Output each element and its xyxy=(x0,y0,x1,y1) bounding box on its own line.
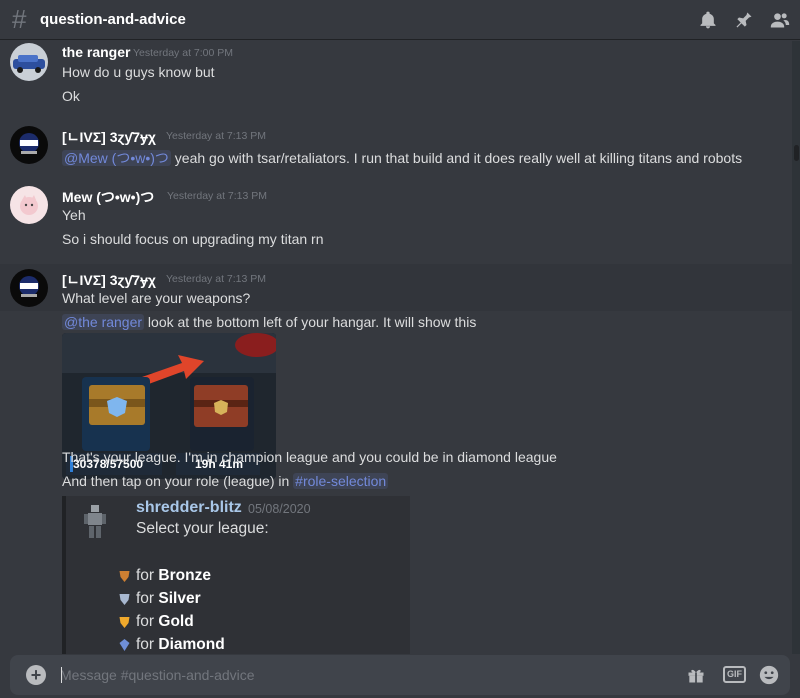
gift-icon[interactable] xyxy=(686,665,706,685)
timestamp: Yesterday at 7:13 PM xyxy=(167,190,268,202)
members-icon[interactable] xyxy=(770,10,790,30)
channel-header: # question-and-advice xyxy=(0,0,800,40)
league-bronze: for Bronze xyxy=(119,567,211,585)
scrollbar-track[interactable] xyxy=(792,41,800,654)
username[interactable]: the ranger xyxy=(62,44,130,60)
text-cursor xyxy=(61,667,62,683)
embed-text: Select your league: xyxy=(136,520,269,537)
pin-icon[interactable] xyxy=(734,10,754,30)
league-diamond: for Diamond xyxy=(119,636,225,654)
bell-icon[interactable] xyxy=(698,10,718,30)
avatar[interactable] xyxy=(10,126,48,164)
message-embed: shredder-blitz 05/08/2020 Select your le… xyxy=(62,496,410,654)
embed-author[interactable]: shredder-blitz xyxy=(136,499,242,517)
silver-league-icon xyxy=(119,594,130,605)
message-text: Ok xyxy=(62,88,80,104)
avatar[interactable] xyxy=(10,43,48,81)
message-list[interactable]: the ranger Yesterday at 7:00 PM How do u… xyxy=(0,41,800,654)
gold-league-icon xyxy=(119,617,130,628)
diamond-league-icon xyxy=(119,639,130,651)
channel-title: question-and-advice xyxy=(40,11,186,28)
avatar[interactable] xyxy=(10,186,48,224)
message-text: And then tap on your role (league) in #r… xyxy=(62,473,389,489)
message-input[interactable] xyxy=(60,655,660,695)
message-composer: + GIF xyxy=(10,655,790,695)
message-text-prefix: And then tap on your role (league) in xyxy=(62,473,294,489)
message-text-rest: look at the bottom left of your hangar. … xyxy=(144,314,477,330)
channel-mention[interactable]: #role-selection xyxy=(293,473,389,489)
league-silver: for Silver xyxy=(119,590,201,608)
message-text: So i should focus on upgrading my titan … xyxy=(62,231,324,247)
message-text: That's your league. I'm in champion leag… xyxy=(62,449,557,465)
message-text: Yeh xyxy=(62,207,86,223)
timestamp: Yesterday at 7:00 PM xyxy=(133,47,234,59)
gif-button[interactable]: GIF xyxy=(723,666,746,683)
user-mention[interactable]: @Mew (つ•w•)つ xyxy=(62,150,171,166)
username[interactable]: [ㄴIVΣ] 3ɀƴ7ɏχ xyxy=(62,127,156,147)
timestamp: Yesterday at 7:13 PM xyxy=(166,130,267,142)
robot-icon xyxy=(84,505,106,538)
message-text: @Mew (つ•w•)つ yeah go with tsar/retaliato… xyxy=(62,148,742,168)
username[interactable]: Mew (つ•w•)つ xyxy=(62,187,154,207)
message-text: What level are your weapons? xyxy=(62,290,251,306)
hash-icon: # xyxy=(12,4,27,34)
username[interactable]: [ㄴIVΣ] 3ɀƴ7ɏχ xyxy=(62,270,156,290)
message-text-rest: yeah go with tsar/retaliators. I run tha… xyxy=(170,150,743,166)
embed-date: 05/08/2020 xyxy=(248,502,311,516)
message-text: @the ranger look at the bottom left of y… xyxy=(62,314,476,330)
message-text: How do u guys know but xyxy=(62,64,215,80)
league-gold: for Gold xyxy=(119,613,194,631)
user-mention[interactable]: @the ranger xyxy=(62,314,145,330)
emoji-icon[interactable] xyxy=(758,664,780,686)
scrollbar-thumb[interactable] xyxy=(794,145,799,161)
avatar[interactable] xyxy=(10,269,48,307)
timestamp: Yesterday at 7:13 PM xyxy=(166,273,267,285)
upload-plus-icon[interactable]: + xyxy=(26,665,46,685)
bronze-league-icon xyxy=(119,571,130,582)
